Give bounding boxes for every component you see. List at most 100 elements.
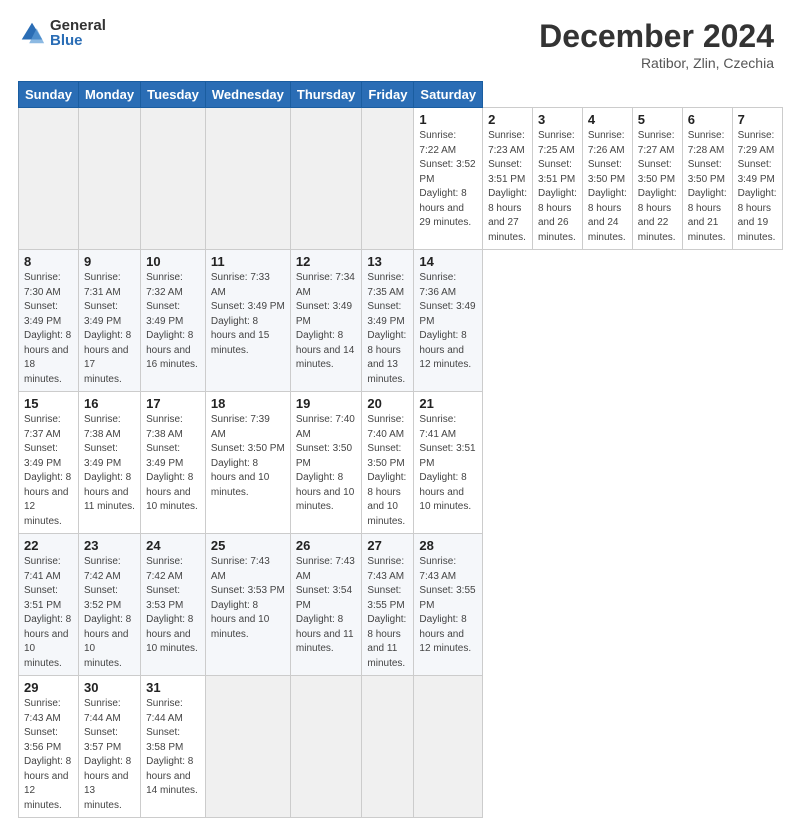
week-row-1: 1 Sunrise: 7:22 AMSunset: 3:52 PMDaylight… (19, 108, 783, 250)
logo-blue: Blue (50, 33, 106, 48)
table-row: 21Sunrise: 7:41 AMSunset: 3:51 PMDayligh… (414, 392, 483, 534)
table-row (78, 108, 140, 250)
col-wednesday: Wednesday (205, 82, 290, 108)
day-info: Sunrise: 7:38 AMSunset: 3:49 PMDaylight:… (146, 414, 198, 512)
table-row (414, 676, 483, 818)
week-row-3: 15Sunrise: 7:37 AMSunset: 3:49 PMDayligh… (19, 392, 783, 534)
day-number: 29 (24, 680, 73, 695)
day-number: 11 (211, 254, 285, 269)
day-number: 9 (84, 254, 135, 269)
day-info: Sunrise: 7:43 AMSunset: 3:54 PMDaylight:… (296, 556, 355, 654)
day-info: Sunrise: 7:41 AMSunset: 3:51 PMDaylight:… (24, 556, 71, 669)
table-row (290, 108, 362, 250)
table-row (205, 676, 290, 818)
table-row: 8 Sunrise: 7:30 AMSunset: 3:49 PMDaylight… (19, 250, 79, 392)
table-row: 27Sunrise: 7:43 AMSunset: 3:55 PMDayligh… (362, 534, 414, 676)
week-row-5: 29 Sunrise: 7:43 AMSunset: 3:56 PMDayligh… (19, 676, 783, 818)
col-sunday: Sunday (19, 82, 79, 108)
table-row: 10Sunrise: 7:32 AMSunset: 3:49 PMDayligh… (141, 250, 206, 392)
day-info: Sunrise: 7:31 AMSunset: 3:49 PMDaylight:… (84, 272, 131, 385)
month-title: December 2024 (539, 18, 774, 55)
logo: General Blue (18, 18, 106, 48)
table-row: 17 Sunrise: 7:38 AMSunset: 3:49 PMDayligh… (141, 392, 206, 534)
day-info: Sunrise: 7:30 AMSunset: 3:49 PMDaylight:… (24, 272, 71, 385)
table-row: 11 Sunrise: 7:33 AMSunset: 3:49 PMDayligh… (205, 250, 290, 392)
table-row (290, 676, 362, 818)
day-info: Sunrise: 7:22 AMSunset: 3:52 PMDaylight:… (419, 130, 475, 228)
day-info: Sunrise: 7:42 AMSunset: 3:53 PMDaylight:… (146, 556, 198, 654)
day-number: 7 (738, 112, 777, 127)
table-row: 5 Sunrise: 7:27 AMSunset: 3:50 PMDaylight… (632, 108, 682, 250)
table-row: 22 Sunrise: 7:41 AMSunset: 3:51 PMDayligh… (19, 534, 79, 676)
table-row (19, 108, 79, 250)
day-info: Sunrise: 7:43 AMSunset: 3:56 PMDaylight:… (24, 698, 71, 811)
day-number: 16 (84, 396, 135, 411)
day-number: 15 (24, 396, 73, 411)
table-row (141, 108, 206, 250)
table-row: 12Sunrise: 7:34 AMSunset: 3:49 PMDayligh… (290, 250, 362, 392)
table-row: 14Sunrise: 7:36 AMSunset: 3:49 PMDayligh… (414, 250, 483, 392)
table-row: 31 Sunrise: 7:44 AMSunset: 3:58 PMDayligh… (141, 676, 206, 818)
day-info: Sunrise: 7:41 AMSunset: 3:51 PMDaylight:… (419, 414, 475, 512)
col-saturday: Saturday (414, 82, 483, 108)
table-row: 19 Sunrise: 7:40 AMSunset: 3:50 PMDayligh… (290, 392, 362, 534)
day-info: Sunrise: 7:23 AMSunset: 3:51 PMDaylight:… (488, 130, 527, 243)
table-row: 9 Sunrise: 7:31 AMSunset: 3:49 PMDaylight… (78, 250, 140, 392)
day-info: Sunrise: 7:25 AMSunset: 3:51 PMDaylight:… (538, 130, 577, 243)
day-number: 6 (688, 112, 727, 127)
day-info: Sunrise: 7:38 AMSunset: 3:49 PMDaylight:… (84, 414, 135, 512)
calendar-table: Sunday Monday Tuesday Wednesday Thursday… (18, 81, 783, 818)
day-number: 22 (24, 538, 73, 553)
day-number: 20 (367, 396, 408, 411)
day-info: Sunrise: 7:33 AMSunset: 3:49 PMDaylight:… (211, 272, 285, 356)
header-row: Sunday Monday Tuesday Wednesday Thursday… (19, 82, 783, 108)
table-row (362, 676, 414, 818)
day-number: 1 (419, 112, 477, 127)
day-number: 13 (367, 254, 408, 269)
day-number: 23 (84, 538, 135, 553)
day-number: 4 (588, 112, 627, 127)
day-info: Sunrise: 7:34 AMSunset: 3:49 PMDaylight:… (296, 272, 355, 370)
day-info: Sunrise: 7:40 AMSunset: 3:50 PMDaylight:… (296, 414, 355, 512)
day-info: Sunrise: 7:44 AMSunset: 3:58 PMDaylight:… (146, 698, 198, 796)
table-row: 23Sunrise: 7:42 AMSunset: 3:52 PMDayligh… (78, 534, 140, 676)
day-number: 10 (146, 254, 200, 269)
day-info: Sunrise: 7:39 AMSunset: 3:50 PMDaylight:… (211, 414, 285, 498)
day-info: Sunrise: 7:26 AMSunset: 3:50 PMDaylight:… (588, 130, 627, 243)
table-row: 18Sunrise: 7:39 AMSunset: 3:50 PMDayligh… (205, 392, 290, 534)
day-info: Sunrise: 7:43 AMSunset: 3:55 PMDaylight:… (419, 556, 475, 654)
location-subtitle: Ratibor, Zlin, Czechia (539, 55, 774, 71)
day-info: Sunrise: 7:29 AMSunset: 3:49 PMDaylight:… (738, 130, 777, 243)
day-info: Sunrise: 7:43 AMSunset: 3:55 PMDaylight:… (367, 556, 406, 669)
table-row (205, 108, 290, 250)
day-info: Sunrise: 7:36 AMSunset: 3:49 PMDaylight:… (419, 272, 475, 370)
day-info: Sunrise: 7:43 AMSunset: 3:53 PMDaylight:… (211, 556, 285, 640)
table-row: 15Sunrise: 7:37 AMSunset: 3:49 PMDayligh… (19, 392, 79, 534)
day-number: 31 (146, 680, 200, 695)
day-number: 26 (296, 538, 357, 553)
col-tuesday: Tuesday (141, 82, 206, 108)
table-row: 26 Sunrise: 7:43 AMSunset: 3:54 PMDayligh… (290, 534, 362, 676)
table-row: 2 Sunrise: 7:23 AMSunset: 3:51 PMDaylight… (483, 108, 533, 250)
table-row: 1 Sunrise: 7:22 AMSunset: 3:52 PMDaylight… (414, 108, 483, 250)
day-number: 3 (538, 112, 577, 127)
day-number: 28 (419, 538, 477, 553)
logo-general: General (50, 18, 106, 33)
table-row: 13Sunrise: 7:35 AMSunset: 3:49 PMDayligh… (362, 250, 414, 392)
table-row (362, 108, 414, 250)
day-number: 5 (638, 112, 677, 127)
day-info: Sunrise: 7:28 AMSunset: 3:50 PMDaylight:… (688, 130, 727, 243)
table-row: 20 Sunrise: 7:40 AMSunset: 3:50 PMDayligh… (362, 392, 414, 534)
day-info: Sunrise: 7:27 AMSunset: 3:50 PMDaylight:… (638, 130, 677, 243)
table-row: 3 Sunrise: 7:25 AMSunset: 3:51 PMDaylight… (532, 108, 582, 250)
day-number: 17 (146, 396, 200, 411)
day-number: 8 (24, 254, 73, 269)
day-number: 2 (488, 112, 527, 127)
logo-icon (18, 19, 46, 47)
day-info: Sunrise: 7:44 AMSunset: 3:57 PMDaylight:… (84, 698, 131, 811)
day-info: Sunrise: 7:40 AMSunset: 3:50 PMDaylight:… (367, 414, 406, 527)
day-number: 19 (296, 396, 357, 411)
table-row: 30Sunrise: 7:44 AMSunset: 3:57 PMDayligh… (78, 676, 140, 818)
table-row: 16 Sunrise: 7:38 AMSunset: 3:49 PMDayligh… (78, 392, 140, 534)
calendar-page: General Blue December 2024 Ratibor, Zlin… (0, 0, 792, 612)
